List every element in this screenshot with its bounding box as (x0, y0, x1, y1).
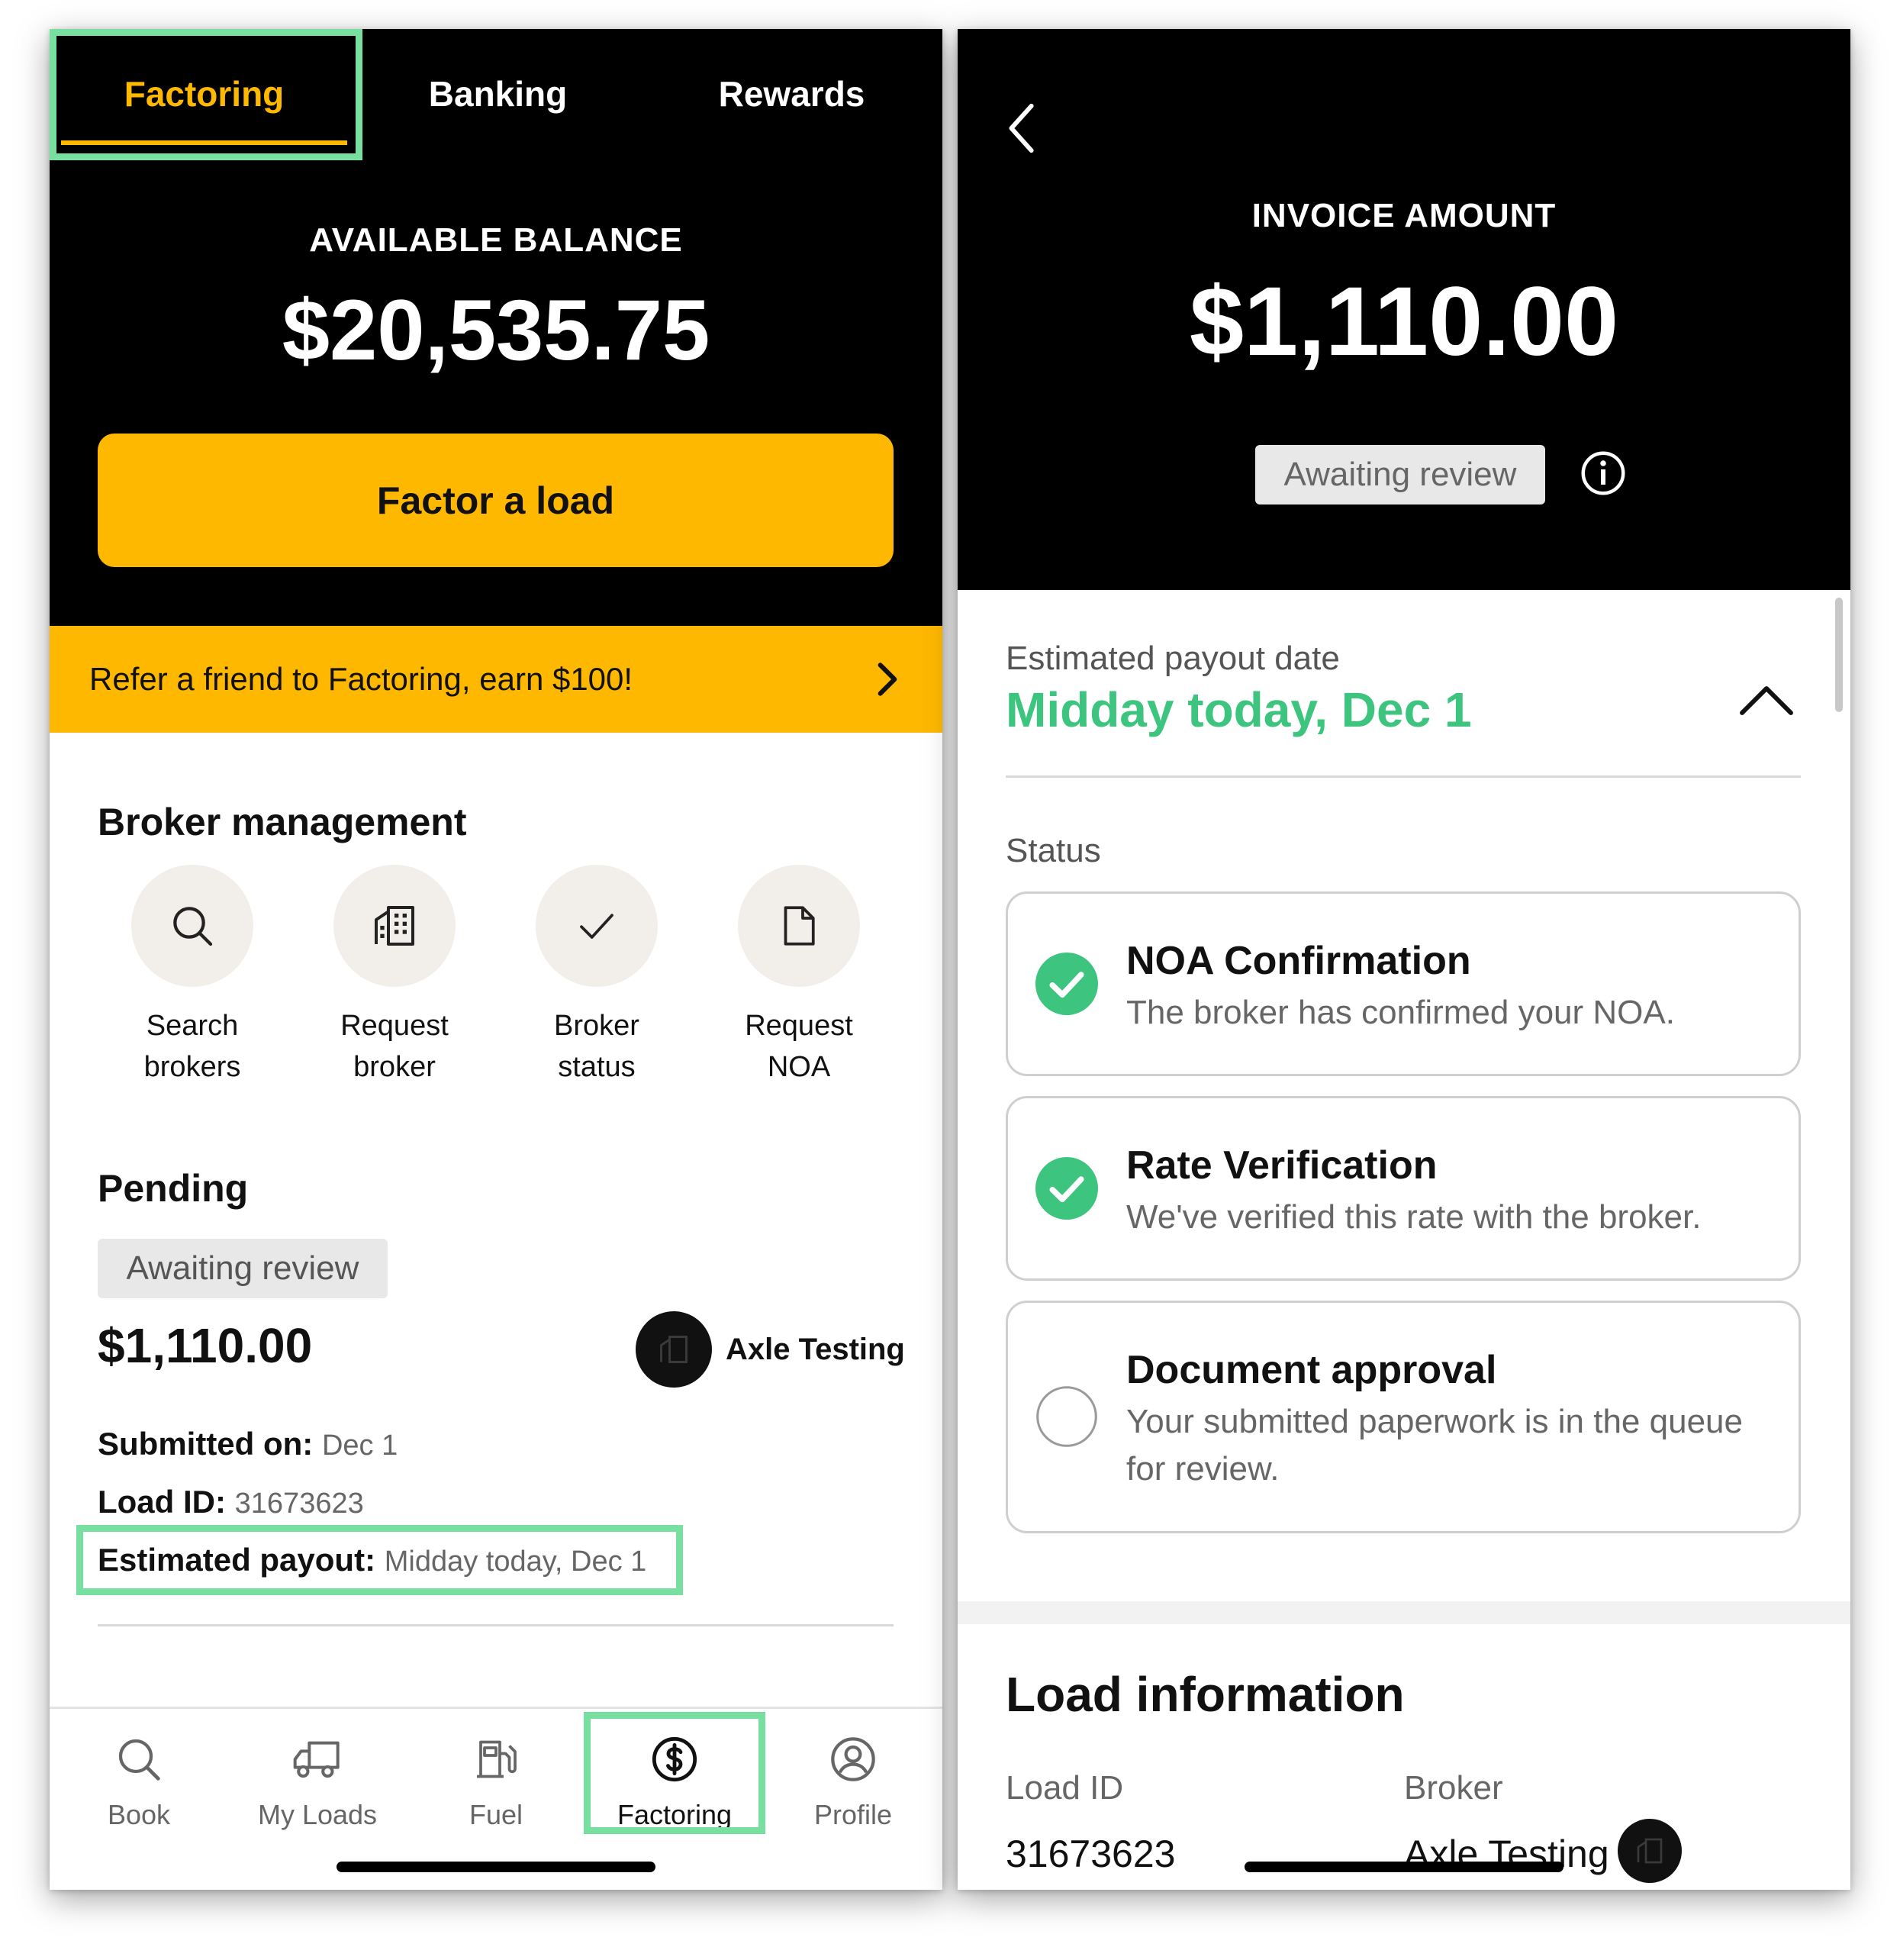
search-brokers-label: Search brokers (143, 1010, 241, 1083)
pending-title: Pending (98, 1167, 249, 1210)
divider (1006, 775, 1801, 778)
broker-name: Axle Testing (726, 1332, 905, 1366)
nav-fuel-label: Fuel (469, 1799, 523, 1830)
tab-rewards[interactable]: Rewards (649, 60, 935, 128)
nav-factoring[interactable]: Factoring (585, 1729, 764, 1831)
step-title: Document approval (1126, 1348, 1497, 1392)
avatar (636, 1311, 712, 1388)
status-step-documents: Document approval Your submitted paperwo… (1006, 1301, 1801, 1533)
status-step-noa: NOA Confirmation The broker has confirme… (1006, 891, 1801, 1076)
invoice-detail-screen: INVOICE AMOUNT $1,110.00 Awaiting review… (958, 29, 1850, 1890)
empty-circle-icon (1036, 1386, 1097, 1447)
check-circle-icon (1035, 1157, 1098, 1220)
fuel-pump-icon (477, 1740, 517, 1778)
search-icon (173, 907, 213, 946)
request-noa-button[interactable]: Request NOA (723, 865, 875, 1088)
submitted-on-value: Dec 1 (321, 1430, 398, 1462)
check-icon (580, 914, 613, 939)
avatar (1618, 1819, 1682, 1883)
truck-icon (293, 1741, 340, 1778)
chevron-up-icon[interactable] (1736, 674, 1797, 727)
building-icon (1637, 1838, 1663, 1864)
nav-factoring-label: Factoring (617, 1799, 733, 1830)
status-badge: Awaiting review (1255, 445, 1545, 505)
nav-book[interactable]: Book (50, 1729, 228, 1831)
referral-banner[interactable]: Refer a friend to Factoring, earn $100! (50, 626, 942, 733)
home-indicator (1245, 1862, 1563, 1872)
building-icon (660, 1336, 688, 1363)
estimated-payout-label: Estimated payout: (98, 1542, 376, 1578)
step-title: Rate Verification (1126, 1143, 1438, 1188)
info-icon[interactable] (1580, 450, 1626, 496)
load-id-label: Load ID (1006, 1769, 1124, 1807)
broker-badge[interactable]: Axle Testing (636, 1311, 905, 1388)
request-broker-label: Request broker (340, 1010, 449, 1083)
invoice-header: INVOICE AMOUNT $1,110.00 Awaiting review (958, 29, 1850, 590)
submitted-on-row: Submitted on: Dec 1 (98, 1426, 398, 1462)
load-id-label: Load ID: (98, 1484, 226, 1520)
tab-banking[interactable]: Banking (355, 60, 641, 128)
estimated-payout-value: Midday today, Dec 1 (384, 1546, 647, 1578)
chevron-right-icon (878, 662, 897, 696)
step-description: Your submitted paperwork is in the queue… (1126, 1403, 1743, 1488)
nav-profile-label: Profile (813, 1799, 893, 1830)
document-icon (784, 906, 815, 946)
nav-my-loads[interactable]: My Loads (228, 1729, 407, 1831)
step-title: NOA Confirmation (1126, 939, 1471, 983)
dollar-circle-icon (652, 1736, 697, 1782)
factor-a-load-button[interactable]: Factor a load (98, 434, 894, 567)
submitted-on-label: Submitted on: (98, 1426, 314, 1462)
nav-my-loads-label: My Loads (257, 1799, 378, 1830)
home-indicator (337, 1862, 655, 1872)
status-section-label: Status (1006, 832, 1101, 869)
active-tab-underline (61, 140, 347, 145)
status-step-rate: Rate Verification We've verified this ra… (1006, 1096, 1801, 1281)
nav-profile[interactable]: Profile (764, 1729, 942, 1831)
back-arrow-icon[interactable] (996, 94, 1049, 163)
building-icon (375, 906, 414, 946)
factoring-home-screen: Factoring Banking Rewards AVAILABLE BALA… (50, 29, 942, 1890)
referral-text: Refer a friend to Factoring, earn $100! (89, 661, 633, 697)
request-noa-label: Request NOA (745, 1010, 853, 1083)
step-description: We've verified this rate with the broker… (1126, 1198, 1702, 1236)
load-id-row: Load ID: 31673623 (98, 1484, 364, 1520)
request-broker-button[interactable]: Request broker (318, 865, 471, 1088)
broker-label: Broker (1404, 1769, 1503, 1807)
broker-status-button[interactable]: Broker status (520, 865, 673, 1088)
divider (98, 1624, 894, 1626)
balance-amount: $20,535.75 (282, 282, 710, 378)
balance-header: Factoring Banking Rewards AVAILABLE BALA… (50, 29, 942, 626)
tab-factoring[interactable]: Factoring (61, 60, 347, 128)
search-icon (118, 1739, 160, 1781)
estimated-payout-row: Estimated payout: Midday today, Dec 1 (98, 1542, 646, 1578)
user-circle-icon (831, 1737, 875, 1781)
balance-label: AVAILABLE BALANCE (309, 221, 683, 259)
status-badge: Awaiting review (98, 1239, 388, 1298)
section-separator (958, 1601, 1850, 1624)
invoice-amount-label: INVOICE AMOUNT (1251, 197, 1557, 234)
step-description: The broker has confirmed your NOA. (1126, 994, 1675, 1031)
load-information-title: Load information (1006, 1667, 1405, 1722)
payout-date-label: Estimated payout date (1006, 640, 1340, 677)
load-id-value: 31673623 (1006, 1833, 1176, 1875)
payout-date-value: Midday today, Dec 1 (1006, 682, 1472, 737)
broker-management-title: Broker management (98, 801, 467, 843)
nav-book-label: Book (107, 1799, 171, 1830)
nav-fuel[interactable]: Fuel (407, 1729, 585, 1831)
load-id-value: 31673623 (234, 1488, 364, 1520)
check-circle-icon (1035, 953, 1098, 1015)
invoice-amount: $1,110.00 (1189, 267, 1619, 376)
pending-amount: $1,110.00 (98, 1318, 313, 1373)
broker-status-label: Broker status (554, 1010, 639, 1083)
search-brokers-button[interactable]: Search brokers (116, 865, 269, 1088)
scrollbar[interactable] (1835, 598, 1843, 712)
